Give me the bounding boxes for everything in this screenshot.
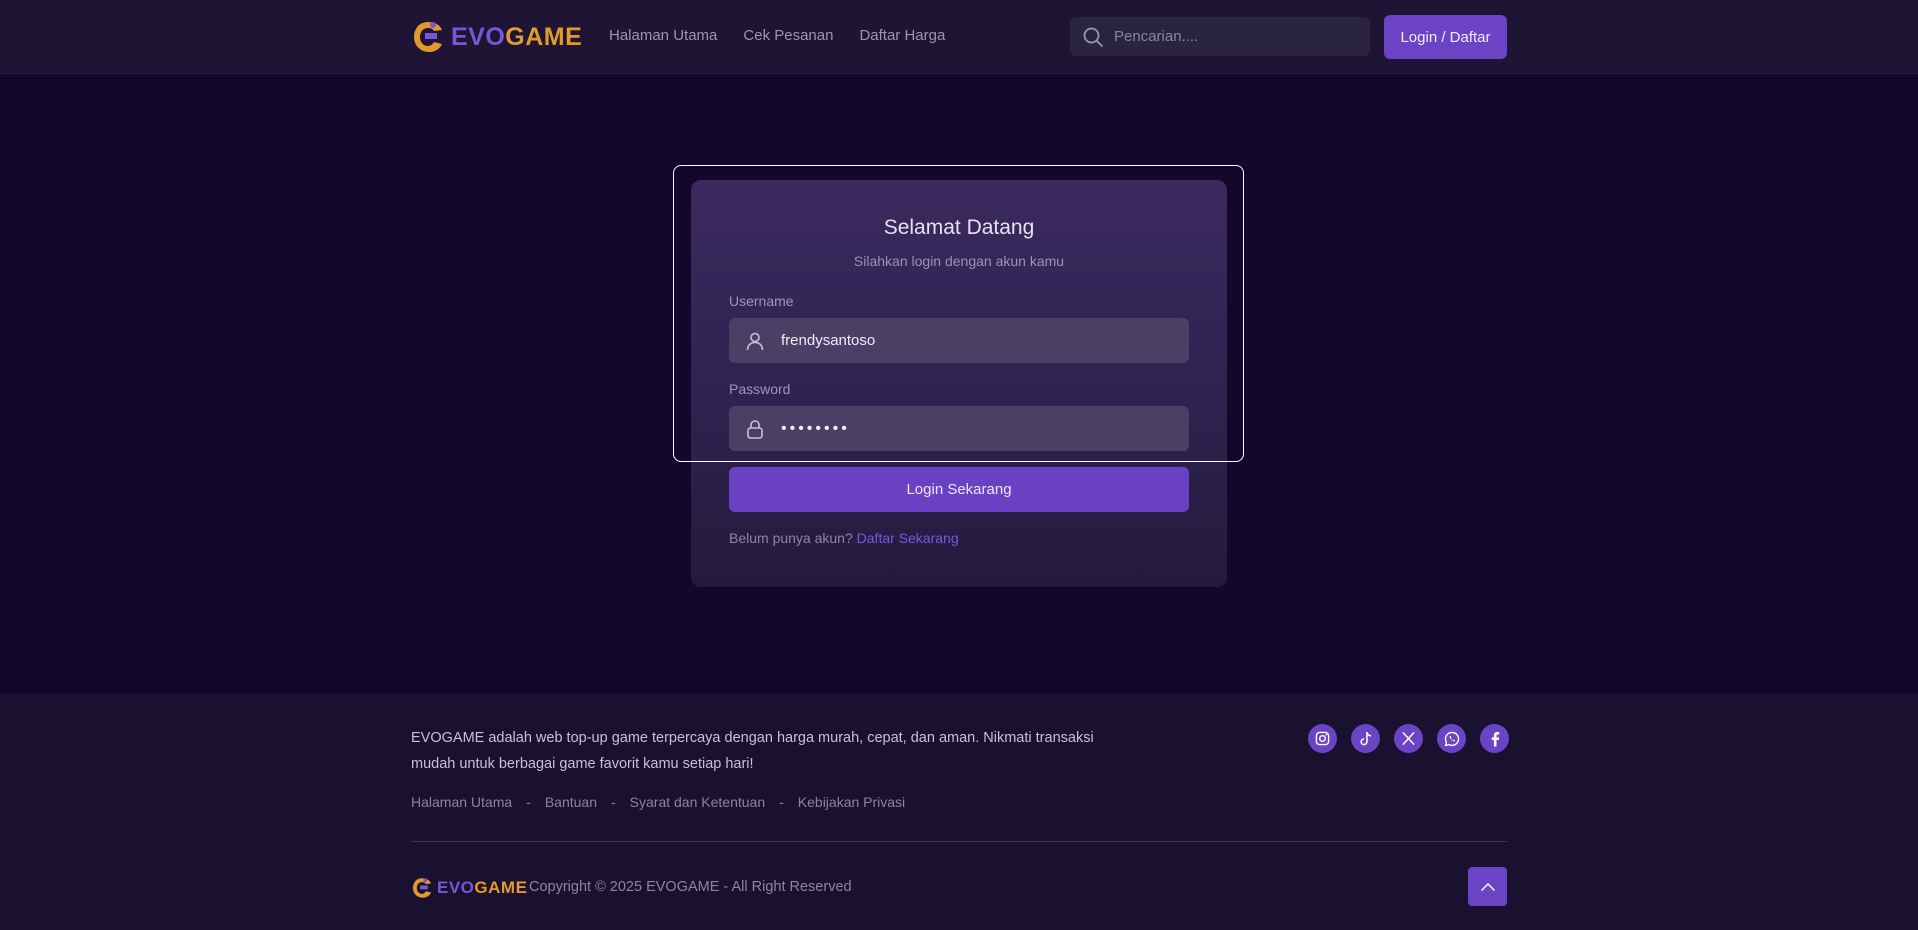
login-title: Selamat Datang bbox=[883, 216, 1035, 239]
main-nav: Halaman Utama Cek Pesanan Daftar Harga bbox=[609, 27, 945, 44]
footer-link-bantuan[interactable]: Bantuan bbox=[545, 794, 597, 810]
tiktok-link[interactable] bbox=[1351, 724, 1380, 753]
top-navbar: EVOGAME Halaman Utama Cek Pesanan Daftar… bbox=[0, 0, 1918, 74]
whatsapp-link[interactable] bbox=[1437, 724, 1466, 753]
facebook-icon bbox=[1491, 731, 1499, 746]
footer-link-halaman-utama[interactable]: Halaman Utama bbox=[411, 794, 512, 810]
brand-logo[interactable]: EVOGAME bbox=[411, 18, 582, 56]
lock-icon bbox=[747, 419, 763, 439]
whatsapp-icon bbox=[1444, 731, 1459, 746]
footer-brand-name: EVOGAME bbox=[437, 878, 528, 897]
footer-brand-logo[interactable]: EVOGAME bbox=[411, 875, 527, 901]
register-prompt-text: Belum punya akun? bbox=[729, 530, 853, 546]
login-card: Selamat Datang Silahkan login dengan aku… bbox=[691, 180, 1227, 587]
register-prompt: Belum punya akun? Daftar Sekarang bbox=[729, 530, 959, 546]
password-label: Password bbox=[729, 381, 791, 397]
footer-link-syarat[interactable]: Syarat dan Ketentuan bbox=[630, 794, 765, 810]
search-input[interactable] bbox=[1114, 28, 1344, 45]
instagram-link[interactable] bbox=[1308, 724, 1337, 753]
login-subtitle: Silahkan login dengan akun kamu bbox=[853, 253, 1065, 269]
user-icon bbox=[746, 332, 764, 350]
nav-halaman-utama[interactable]: Halaman Utama bbox=[609, 27, 717, 44]
login-submit-button[interactable]: Login Sekarang bbox=[729, 467, 1189, 512]
password-field[interactable] bbox=[729, 406, 1189, 451]
username-label: Username bbox=[729, 293, 794, 309]
footer-separator: - bbox=[779, 794, 784, 810]
footer: EVOGAME adalah web top-up game terpercay… bbox=[0, 693, 1918, 930]
username-field[interactable] bbox=[729, 318, 1189, 363]
footer-description: EVOGAME adalah web top-up game terpercay… bbox=[411, 730, 1094, 772]
x-twitter-icon bbox=[1402, 731, 1415, 746]
footer-link-kebijakan[interactable]: Kebijakan Privasi bbox=[798, 794, 905, 810]
facebook-link[interactable] bbox=[1480, 724, 1509, 753]
instagram-icon bbox=[1315, 731, 1330, 746]
username-input[interactable] bbox=[781, 332, 1161, 349]
dragon-logo-icon bbox=[412, 878, 432, 898]
nav-cek-pesanan[interactable]: Cek Pesanan bbox=[743, 27, 833, 44]
footer-separator: - bbox=[611, 794, 616, 810]
x-twitter-link[interactable] bbox=[1394, 724, 1423, 753]
brand-name: EVOGAME bbox=[451, 22, 583, 51]
scroll-to-top-button[interactable] bbox=[1468, 867, 1507, 906]
footer-divider bbox=[411, 841, 1507, 842]
dragon-logo-icon bbox=[414, 22, 442, 52]
search-box[interactable] bbox=[1070, 17, 1370, 56]
footer-separator: - bbox=[526, 794, 531, 810]
chevron-up-icon bbox=[1480, 882, 1495, 891]
search-icon bbox=[1083, 27, 1103, 47]
password-input[interactable] bbox=[781, 419, 1161, 438]
tiktok-icon bbox=[1359, 731, 1371, 746]
nav-daftar-harga[interactable]: Daftar Harga bbox=[859, 27, 945, 44]
register-link[interactable]: Daftar Sekarang bbox=[857, 530, 959, 546]
social-links bbox=[1308, 724, 1509, 753]
footer-links: Halaman Utama - Bantuan - Syarat dan Ket… bbox=[411, 794, 905, 810]
copyright-text: Copyright © 2025 EVOGAME - All Right Res… bbox=[529, 879, 852, 895]
login-register-button[interactable]: Login / Daftar bbox=[1384, 15, 1507, 59]
